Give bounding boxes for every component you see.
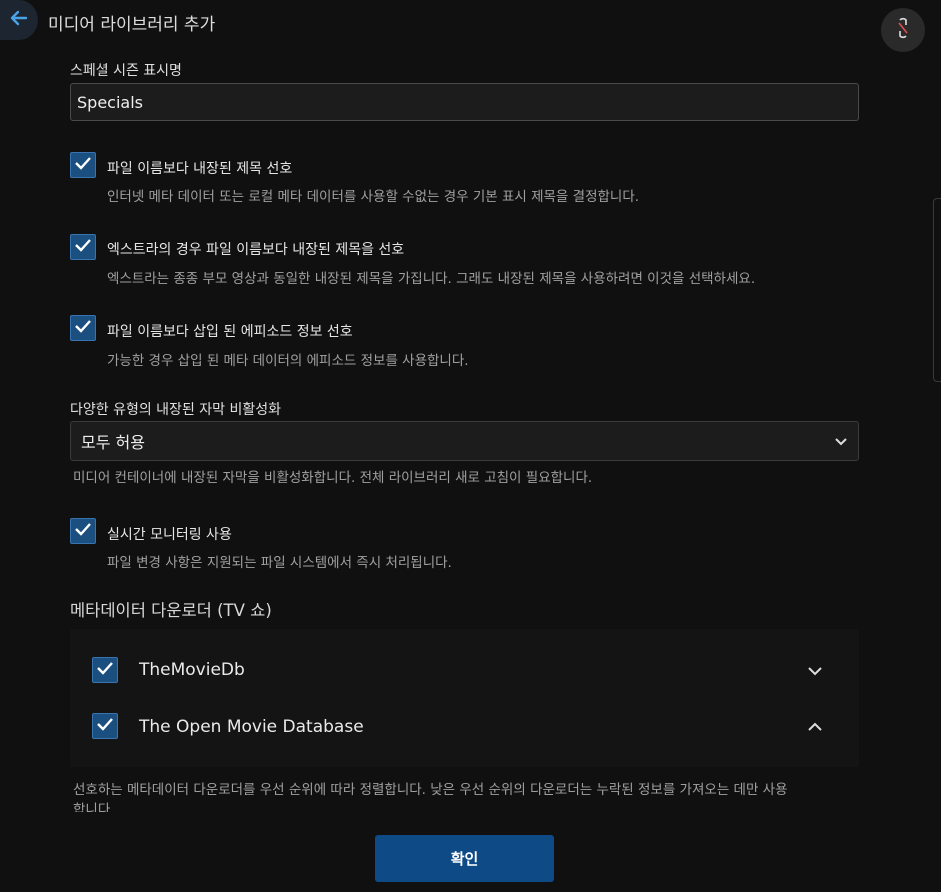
themoviedb-checkbox[interactable] [92,657,118,683]
checkmark-icon [74,521,92,541]
subtitles-select[interactable]: 모두 허용 [70,421,859,461]
checkmark-icon [96,716,114,736]
subtitles-label: 다양한 유형의 내장된 자막 비활성화 [70,402,281,418]
back-button[interactable] [0,0,38,40]
special-season-label: 스페셜 시즌 표시명 [70,63,182,79]
omdb-checkbox[interactable] [92,713,118,739]
prefer-embedded-extras-title-label: 엑스트라의 경우 파일 이름보다 내장된 제목을 선호 [107,242,405,258]
prefer-embedded-title-description: 인터넷 메타 데이터 또는 로컬 메타 데이터를 사용할 수없는 경우 기본 표… [107,189,640,205]
realtime-monitoring-description: 파일 변경 사항은 지원되는 파일 시스템에서 즉시 처리됩니다. [107,555,452,571]
chevron-up-icon[interactable] [807,719,823,738]
prefer-embedded-title-checkbox[interactable] [70,152,96,178]
checkmark-icon [74,155,92,175]
chevron-down-icon[interactable] [807,663,823,682]
omdb-label: The Open Movie Database [139,717,364,737]
prefer-embedded-episode-info-description: 가능한 경우 삽입 된 메타 데이터의 에피소드 정보를 사용합니다. [107,353,469,369]
header-bar: 미디어 라이브러리 추가 [0,0,941,52]
realtime-monitoring-label: 실시간 모니터링 사용 [107,527,232,543]
subtitles-description: 미디어 컨테이너에 내장된 자막을 비활성화합니다. 전체 라이브러리 새로 고… [73,470,593,486]
prefer-embedded-extras-title-description: 엑스트라는 종종 부모 영상과 동일한 내장된 제목을 가집니다. 그래도 내장… [107,271,756,287]
cast-button[interactable] [881,8,925,52]
metadata-downloaders-description: 선호하는 메타데이터 다운로더를 우선 순위에 따라 정렬합니다. 낮은 우선 … [73,780,863,812]
page-title: 미디어 라이브러리 추가 [48,15,216,35]
special-season-value: Specials [77,92,143,112]
arrow-left-icon [9,8,29,32]
confirm-button[interactable]: 확인 [375,835,554,882]
themoviedb-label: TheMovieDb [139,660,245,680]
description-line: 합니다. [73,802,115,812]
metadata-downloaders-list: TheMovieDb The Open Movie Database [70,629,859,767]
prefer-embedded-episode-info-checkbox[interactable] [70,315,96,341]
prefer-embedded-episode-info-label: 파일 이름보다 삽입 된 에피소드 정보 선호 [107,324,353,340]
checkmark-icon [74,237,92,257]
special-season-input[interactable]: Specials [70,83,859,121]
realtime-monitoring-checkbox[interactable] [70,518,96,544]
description-line: 선호하는 메타데이터 다운로더를 우선 순위에 따라 정렬합니다. 낮은 우선 … [73,782,788,798]
subtitles-selected-value: 모두 허용 [81,433,145,452]
chevron-down-icon [834,434,848,453]
prefer-embedded-extras-title-checkbox[interactable] [70,234,96,260]
prefer-embedded-title-label: 파일 이름보다 내장된 제목 선호 [107,161,293,177]
link-off-icon [896,17,910,43]
scrollbar[interactable] [933,198,941,382]
checkmark-icon [74,318,92,338]
metadata-downloaders-title: 메타데이터 다운로더 (TV 쇼) [70,601,272,620]
checkmark-icon [96,660,114,680]
